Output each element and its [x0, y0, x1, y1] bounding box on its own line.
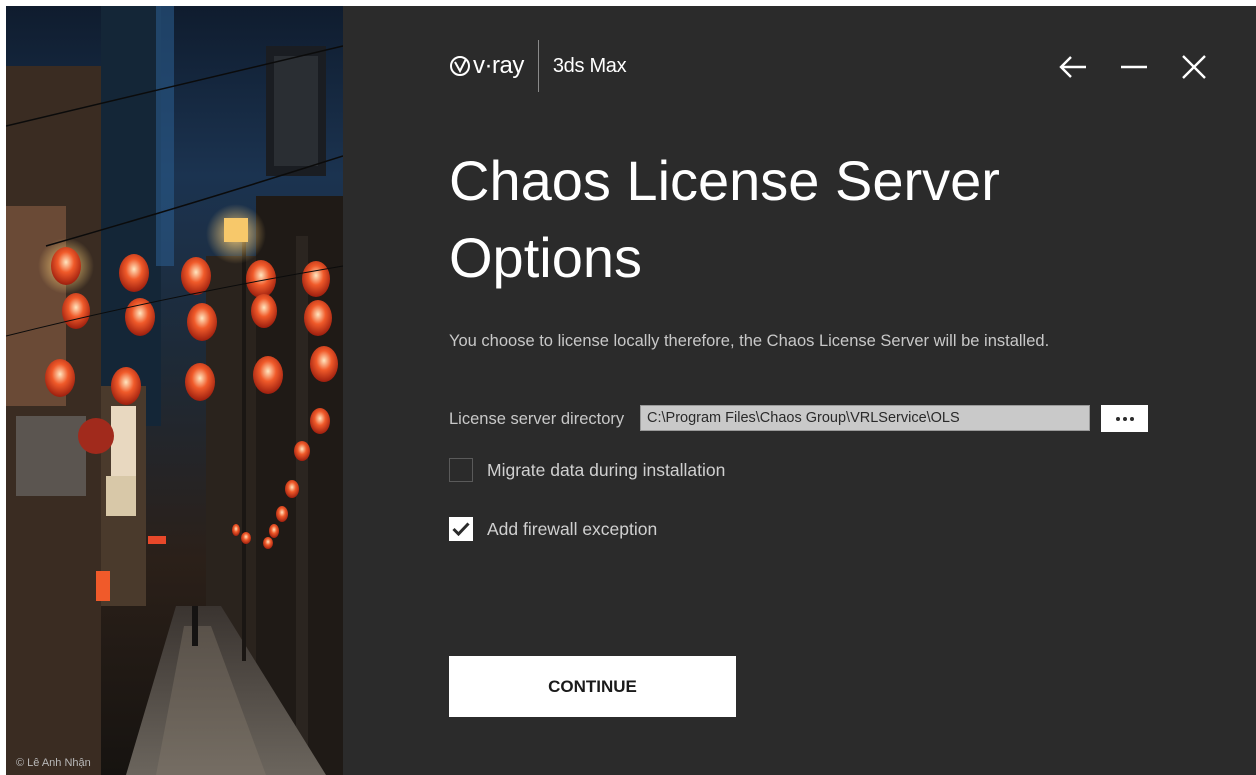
- close-icon: [1182, 55, 1206, 79]
- browse-button[interactable]: [1101, 405, 1148, 432]
- vray-logo-text: v·ray: [473, 52, 524, 79]
- page-title: Chaos License Server Options: [449, 149, 1000, 289]
- content-panel: v·ray 3ds Max Chaos License Server Optio…: [343, 6, 1256, 775]
- firewall-option[interactable]: Add firewall exception: [449, 517, 657, 541]
- brand-divider: [537, 40, 539, 92]
- side-photo: © Lê Anh Nhận: [6, 6, 343, 775]
- directory-label: License server directory: [449, 410, 625, 428]
- minimize-button[interactable]: [1117, 50, 1151, 84]
- arrow-left-icon: [1059, 56, 1086, 78]
- checkmark-icon: [452, 522, 470, 536]
- night-street-lanterns-photo: [6, 6, 343, 775]
- migrate-data-label: Migrate data during installation: [487, 459, 726, 480]
- migrate-data-checkbox[interactable]: [449, 458, 473, 482]
- migrate-data-option[interactable]: Migrate data during installation: [449, 458, 725, 482]
- installer-window: © Lê Anh Nhận v·ray 3ds Max Chaos Licens…: [6, 6, 1256, 775]
- product-name: 3ds Max: [552, 54, 627, 77]
- minimize-icon: [1121, 65, 1147, 69]
- close-button[interactable]: [1177, 50, 1211, 84]
- more-dots-icon: [1115, 416, 1120, 421]
- brand-header: v·ray 3ds Max: [449, 40, 627, 92]
- back-button[interactable]: [1056, 50, 1090, 84]
- firewall-checkbox[interactable]: [449, 517, 473, 541]
- directory-input[interactable]: [640, 405, 1090, 431]
- vray-logo-icon: [450, 56, 470, 76]
- firewall-label: Add firewall exception: [487, 518, 658, 539]
- info-text: You choose to license locally therefore,…: [449, 332, 1050, 350]
- continue-button[interactable]: CONTINUE: [449, 656, 736, 717]
- vray-logo: v·ray: [449, 52, 524, 80]
- photo-credit: © Lê Anh Nhận: [16, 757, 91, 769]
